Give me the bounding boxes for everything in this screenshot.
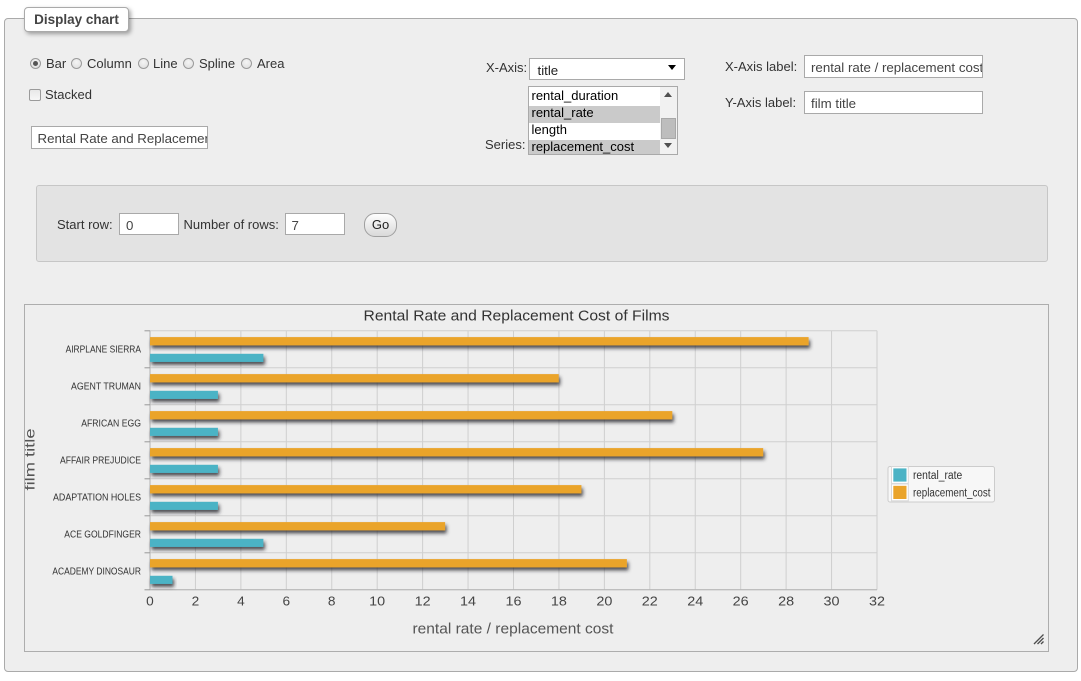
svg-text:replacement_cost: replacement_cost (913, 487, 991, 499)
svg-text:Rental Rate and Replacement Co: Rental Rate and Replacement Cost of Film… (364, 308, 670, 325)
svg-text:ACE GOLDFINGER: ACE GOLDFINGER (64, 530, 141, 541)
svg-text:20: 20 (596, 593, 612, 608)
svg-text:ADAPTATION HOLES: ADAPTATION HOLES (53, 493, 141, 504)
svg-text:AIRPLANE SIERRA: AIRPLANE SIERRA (66, 345, 142, 356)
svg-text:film title: film title (25, 428, 38, 490)
svg-text:AFFAIR PREJUDICE: AFFAIR PREJUDICE (60, 456, 141, 467)
svg-text:AGENT TRUMAN: AGENT TRUMAN (71, 382, 141, 393)
svg-text:28: 28 (778, 593, 794, 608)
svg-text:14: 14 (460, 593, 476, 608)
svg-text:4: 4 (237, 593, 245, 608)
svg-text:32: 32 (869, 593, 885, 608)
svg-text:AFRICAN EGG: AFRICAN EGG (81, 419, 141, 430)
svg-text:18: 18 (551, 593, 567, 608)
svg-text:22: 22 (642, 593, 658, 608)
svg-text:2: 2 (192, 593, 200, 608)
svg-text:12: 12 (415, 593, 431, 608)
svg-text:rental rate / replacement cost: rental rate / replacement cost (413, 622, 614, 638)
svg-text:10: 10 (369, 593, 385, 608)
svg-text:30: 30 (824, 593, 840, 608)
svg-text:24: 24 (687, 593, 703, 608)
svg-text:ACADEMY DINOSAUR: ACADEMY DINOSAUR (52, 567, 141, 578)
svg-text:26: 26 (733, 593, 749, 608)
svg-text:6: 6 (283, 593, 291, 608)
svg-text:0: 0 (146, 593, 154, 608)
svg-text:8: 8 (328, 593, 336, 608)
svg-text:rental_rate: rental_rate (913, 470, 962, 482)
svg-text:16: 16 (506, 593, 522, 608)
